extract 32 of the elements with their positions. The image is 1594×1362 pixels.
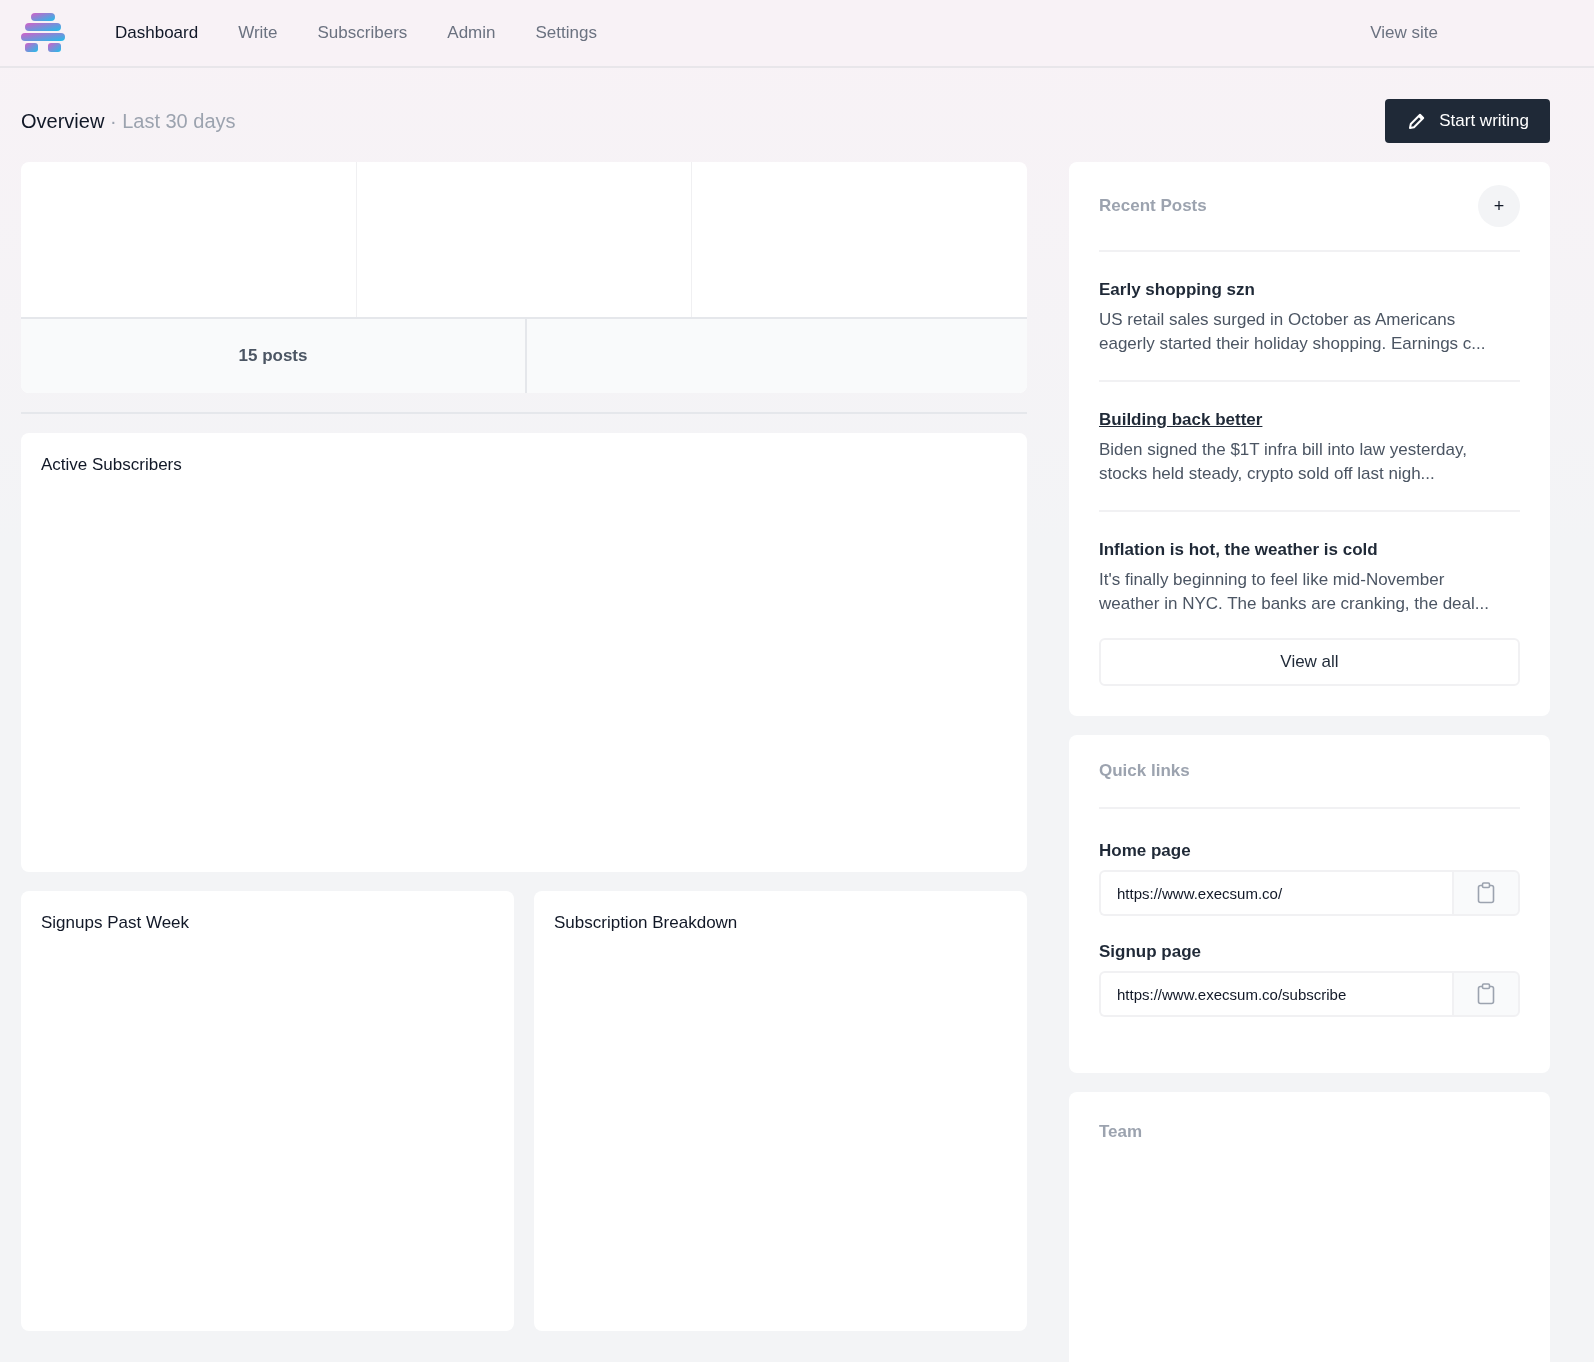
overview-heading: Overview · Last 30 days xyxy=(21,109,236,133)
url-field[interactable]: https://www.execsum.co/ xyxy=(1099,870,1452,916)
nav-tab[interactable]: Dashboard xyxy=(115,23,199,43)
card-title: Quick links xyxy=(1099,761,1190,781)
post-excerpt: Biden signed the $1T infra bill into law yesterday, stocks held steady, crypto sold off last nigh... xyxy=(1099,439,1468,485)
posts-count: 15 posts xyxy=(21,319,527,393)
post-title-link[interactable]: Early shopping szn xyxy=(1099,280,1255,300)
field-label: Home page xyxy=(1099,841,1192,861)
add-post-button[interactable]: + xyxy=(1478,185,1520,227)
field-label: Signup page xyxy=(1099,942,1202,962)
card-title: Team xyxy=(1099,1122,1144,1142)
card-title: Subscription Breakdown xyxy=(554,913,739,933)
logo-icon[interactable] xyxy=(21,13,65,53)
url-field[interactable]: https://www.execsum.co/subscribe xyxy=(1099,971,1452,1017)
post-excerpt: US retail sales surged in October as Americans eagerly started their holiday shopping. Earnings c... xyxy=(1099,309,1487,355)
start-writing-button[interactable]: Start writing xyxy=(1385,99,1550,143)
post-excerpt: It's finally beginning to feel like mid-November weather in NYC. The banks are cranking, the deal... xyxy=(1099,569,1490,615)
copy-button[interactable] xyxy=(1452,870,1520,916)
card-title: Signups Past Week xyxy=(41,913,191,933)
post-title-link[interactable]: Inflation is hot, the weather is cold xyxy=(1099,540,1378,560)
copy-button[interactable] xyxy=(1452,971,1520,1017)
view-site-link[interactable]: View site xyxy=(1370,23,1438,43)
nav-tab[interactable]: Subscribers xyxy=(317,23,408,43)
clipboard-icon xyxy=(1477,882,1495,904)
nav-tab[interactable]: Admin xyxy=(447,23,496,43)
post-title-link[interactable]: Building back better xyxy=(1099,410,1263,430)
view-all-button[interactable]: View all xyxy=(1099,638,1520,686)
nav-tab[interactable]: Settings xyxy=(535,23,597,43)
card-title: Active Subscribers xyxy=(41,455,183,475)
clipboard-icon xyxy=(1477,983,1495,1005)
card-title: Recent Posts xyxy=(1099,196,1207,216)
nav-tab[interactable]: Write xyxy=(238,23,278,43)
